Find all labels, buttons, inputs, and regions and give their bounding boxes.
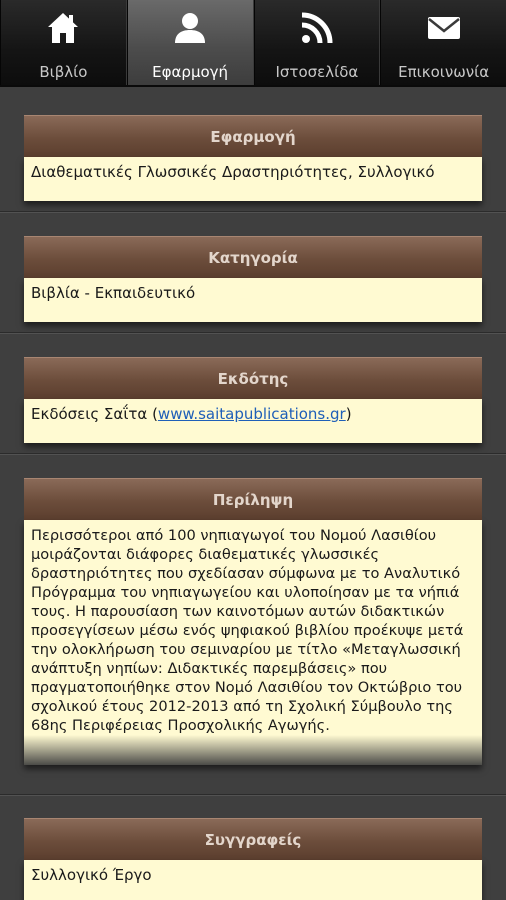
tab-application-label: Εφαρμογή [152, 63, 229, 81]
section-divider [0, 332, 506, 334]
top-tab-bar: Βιβλίο Εφαρμογή Ιστοσελίδα Επικοινωνία [0, 0, 506, 87]
application-header: Εφαρμογή [24, 115, 482, 157]
tab-application[interactable]: Εφαρμογή [126, 0, 254, 85]
publisher-header: Εκδότης [24, 357, 482, 399]
person-icon [175, 13, 206, 43]
section-divider [0, 211, 506, 213]
summary-card: Περίληψη Περισσότεροι από 100 νηπιαγωγοί… [24, 478, 482, 765]
publisher-website-link[interactable]: www.saitapublications.gr [158, 405, 346, 423]
summary-header: Περίληψη [24, 478, 482, 520]
tab-website[interactable]: Ιστοσελίδα [253, 0, 381, 85]
tab-contact-label: Επικοινωνία [398, 63, 490, 81]
publisher-close-paren: ) [345, 405, 352, 423]
tab-website-label: Ιστοσελίδα [275, 63, 359, 81]
authors-header: Συγγραφείς [24, 818, 482, 860]
authors-body: Συλλογικό Έργο [24, 860, 482, 900]
rss-icon [301, 12, 333, 44]
section-divider [0, 794, 506, 796]
summary-fade [24, 735, 482, 765]
summary-body[interactable]: Περισσότεροι από 100 νηπιαγωγοί του Νομο… [24, 520, 482, 765]
mail-icon [427, 17, 460, 39]
tab-book[interactable]: Βιβλίο [0, 0, 127, 85]
publisher-open-paren: ( [147, 405, 158, 423]
application-card: Εφαρμογή Διαθεματικές Γλωσσικές Δραστηρι… [24, 115, 482, 201]
summary-text: Περισσότεροι από 100 νηπιαγωγοί του Νομο… [31, 527, 464, 734]
application-value: Διαθεματικές Γλωσσικές Δραστηριότητες, Σ… [31, 163, 435, 181]
publisher-name: Εκδόσεις Σαΐτα [31, 405, 148, 423]
tab-contact[interactable]: Επικοινωνία [380, 0, 506, 85]
publisher-body: Εκδόσεις Σαΐτα (www.saitapublications.gr… [24, 399, 482, 443]
category-header: Κατηγορία [24, 236, 482, 278]
application-body: Διαθεματικές Γλωσσικές Δραστηριότητες, Σ… [24, 157, 482, 201]
category-value: Βιβλία - Εκπαιδευτικό [31, 284, 196, 302]
authors-value: Συλλογικό Έργο [31, 866, 152, 884]
home-icon [48, 13, 79, 43]
publisher-card: Εκδότης Εκδόσεις Σαΐτα (www.saitapublica… [24, 357, 482, 443]
tab-book-label: Βιβλίο [39, 63, 88, 81]
section-divider [0, 453, 506, 455]
category-card: Κατηγορία Βιβλία - Εκπαιδευτικό [24, 236, 482, 322]
authors-card: Συγγραφείς Συλλογικό Έργο [24, 818, 482, 900]
category-body: Βιβλία - Εκπαιδευτικό [24, 278, 482, 322]
